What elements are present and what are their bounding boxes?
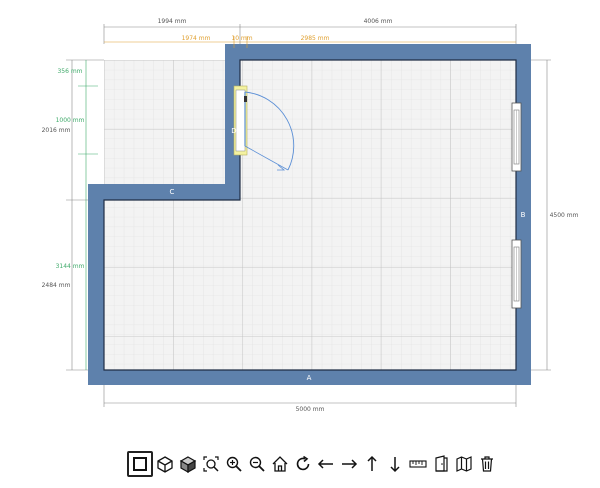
dim-right-total: 4500 mm — [550, 212, 579, 219]
home-icon — [272, 456, 288, 472]
arrow-left-icon — [317, 459, 333, 469]
dim-inner-top-door: 10 mm — [231, 35, 252, 42]
cube-solid-icon — [179, 456, 197, 473]
plan-2d-button[interactable] — [127, 451, 153, 477]
pan-left-button[interactable] — [315, 453, 337, 475]
home-button[interactable] — [269, 453, 291, 475]
dim-left-small: 356 mm — [57, 68, 82, 75]
trash-icon — [481, 456, 493, 472]
view-3d-solid-button[interactable] — [177, 453, 199, 475]
floor-plan-canvas[interactable]: A B C D 1994 mm 4006 mm 1974 mm 10 mm 29… — [0, 0, 600, 488]
map-button[interactable] — [453, 453, 475, 475]
dim-top-left: 1994 mm — [158, 18, 187, 25]
zoom-in-icon — [226, 456, 242, 472]
wall-label-b[interactable]: B — [521, 211, 526, 219]
dimension-right — [531, 59, 551, 371]
wall-label-c[interactable]: C — [170, 188, 175, 196]
dim-bottom-total: 5000 mm — [296, 406, 325, 413]
dim-left-upper: 2016 mm — [42, 127, 71, 134]
dimension-bottom — [103, 385, 517, 407]
door-button[interactable] — [430, 453, 452, 475]
dim-top-right: 4006 mm — [364, 18, 393, 25]
rotate-button[interactable] — [292, 453, 314, 475]
zoom-out-icon — [249, 456, 265, 472]
dim-left-lower: 2484 mm — [42, 282, 71, 289]
view-3d-button[interactable] — [154, 453, 176, 475]
window-lower[interactable] — [511, 239, 522, 309]
zoom-fit-icon — [203, 456, 219, 472]
map-icon — [456, 456, 472, 472]
zoom-fit-button[interactable] — [200, 453, 222, 475]
wall-label-d[interactable]: D — [231, 127, 236, 135]
dim-left-door: 1000 mm — [56, 117, 85, 124]
plan-2d-icon — [133, 457, 147, 471]
bottom-toolbar — [127, 451, 498, 477]
window-upper[interactable] — [511, 102, 522, 172]
zoom-in-button[interactable] — [223, 453, 245, 475]
pan-up-button[interactable] — [361, 453, 383, 475]
pan-down-button[interactable] — [384, 453, 406, 475]
zoom-out-button[interactable] — [246, 453, 268, 475]
arrow-right-icon — [342, 459, 358, 469]
arrow-up-icon — [367, 455, 377, 471]
dim-inner-top-right: 2985 mm — [301, 35, 330, 42]
dim-inner-top-left: 1974 mm — [182, 35, 211, 42]
pan-right-button[interactable] — [338, 453, 360, 475]
arrow-down-icon — [390, 457, 400, 473]
measure-button[interactable] — [407, 453, 429, 475]
floor-area[interactable] — [104, 60, 516, 370]
delete-button[interactable] — [476, 453, 498, 475]
ruler-icon — [409, 460, 427, 468]
door-icon — [435, 455, 448, 472]
cube-wire-icon — [157, 456, 173, 473]
rotate-icon — [296, 455, 310, 471]
dim-left-inner-lower: 3144 mm — [56, 263, 85, 270]
wall-label-a[interactable]: A — [307, 374, 312, 382]
